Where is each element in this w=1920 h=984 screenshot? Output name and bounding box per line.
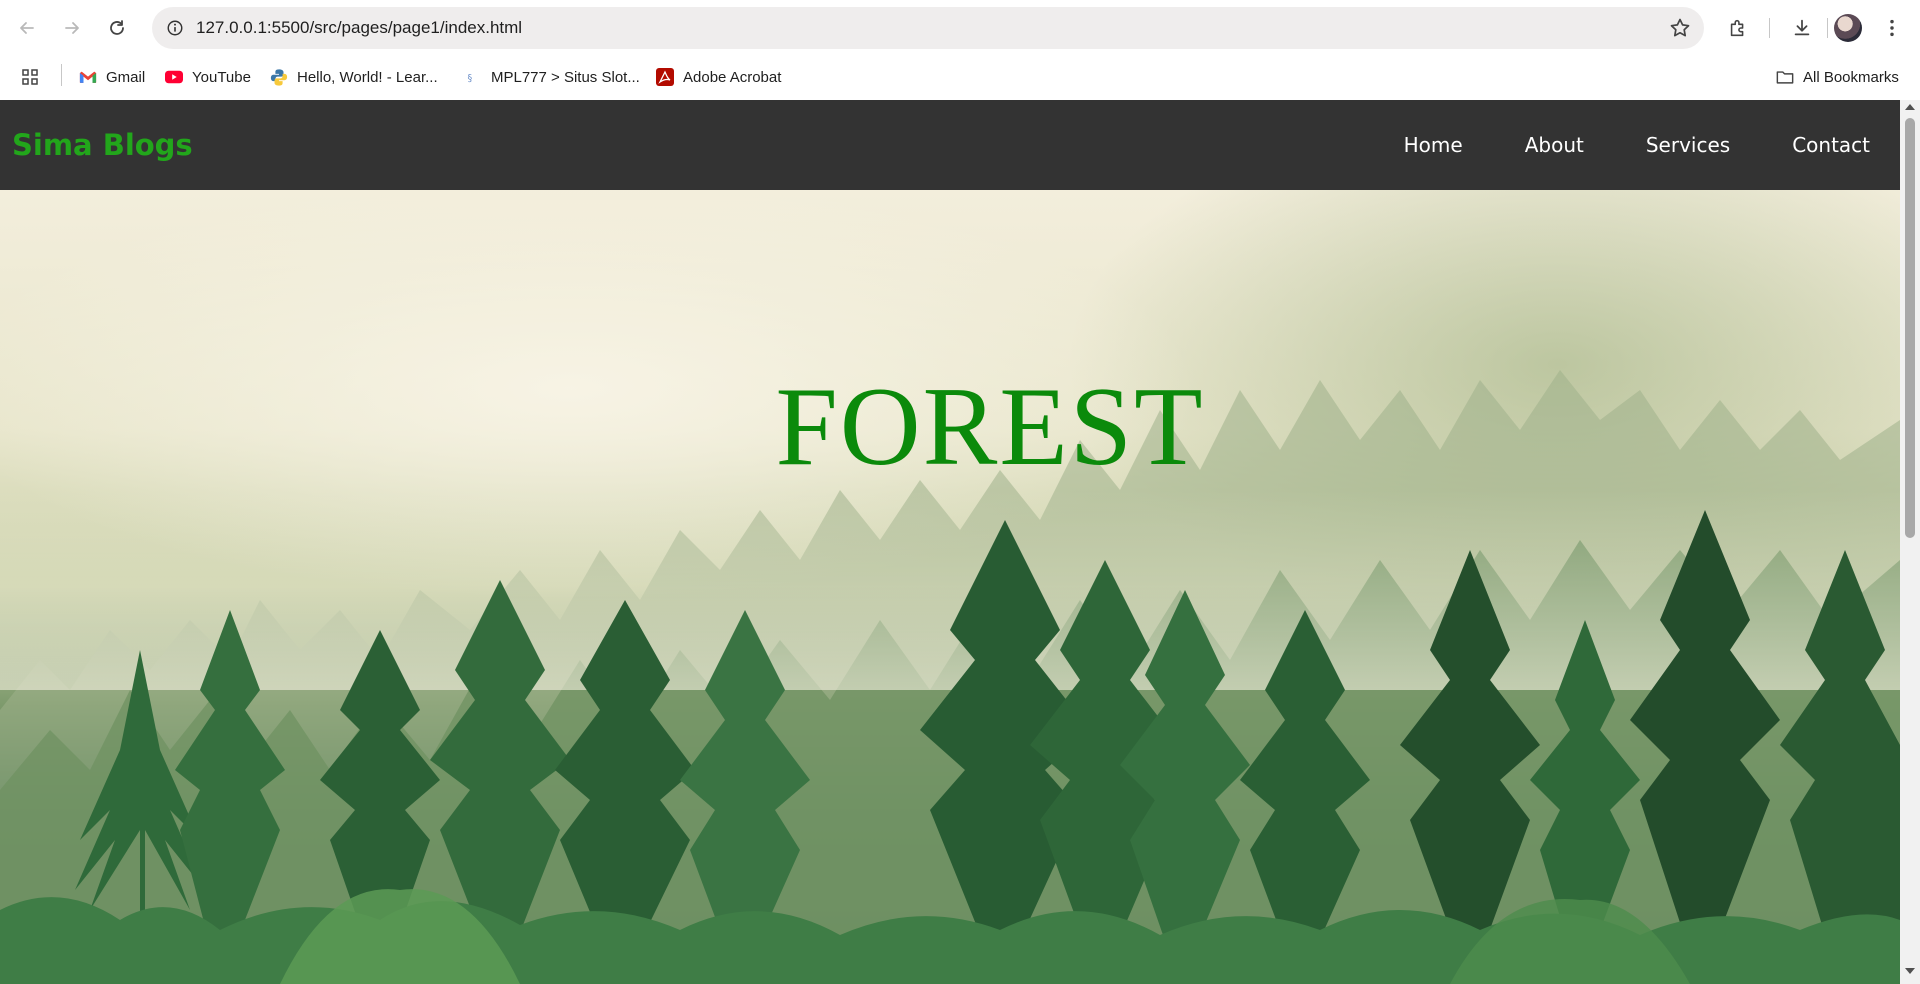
bookmark-label: YouTube: [192, 68, 251, 86]
forward-button[interactable]: [54, 10, 90, 46]
profile-avatar[interactable]: [1834, 14, 1862, 42]
toolbar-divider: [1769, 18, 1770, 38]
svg-text:§: §: [468, 73, 473, 84]
browser-toolbar: 127.0.0.1:5500/src/pages/page1/index.htm…: [0, 0, 1920, 56]
bookmark-label: Hello, World! - Lear...: [297, 68, 438, 86]
page-scrollbar[interactable]: [1900, 100, 1920, 984]
reload-button[interactable]: [99, 10, 135, 46]
folder-icon: [1776, 68, 1794, 86]
arrow-left-icon: [20, 22, 34, 34]
scroll-down-arrow-icon[interactable]: [1900, 968, 1920, 980]
site-navbar: Sima Blogs Home About Services Contact: [0, 100, 1900, 190]
bookmark-label: MPL777 > Situs Slot...: [491, 68, 640, 86]
acrobat-icon: [656, 68, 674, 86]
page-viewport: Sima Blogs Home About Services Contact F…: [0, 100, 1900, 984]
bookmark-gmail[interactable]: Gmail: [79, 64, 145, 90]
scroll-up-arrow-icon[interactable]: [1900, 104, 1920, 116]
bookmarks-bar: Gmail YouTube Hello, World! - Lear... § …: [0, 56, 1920, 98]
bookmark-mpl777[interactable]: § MPL777 > Situs Slot...: [464, 64, 640, 90]
back-button[interactable]: [9, 10, 45, 46]
bookmark-label: Gmail: [106, 68, 146, 86]
nav-link-contact[interactable]: Contact: [1792, 133, 1870, 157]
address-bar[interactable]: 127.0.0.1:5500/src/pages/page1/index.htm…: [152, 7, 1704, 49]
arrow-right-icon: [65, 22, 79, 34]
bookmark-acrobat[interactable]: Adobe Acrobat: [656, 64, 781, 90]
all-bookmarks-button[interactable]: All Bookmarks: [1776, 64, 1899, 90]
bookmark-label: Adobe Acrobat: [683, 68, 782, 86]
apps-grid-icon: [21, 68, 39, 86]
nav-link-services[interactable]: Services: [1646, 133, 1730, 157]
bookmark-star-icon[interactable]: [1668, 16, 1692, 40]
menu-kebab-icon[interactable]: [1878, 14, 1906, 42]
bookmark-python[interactable]: Hello, World! - Lear...: [270, 64, 438, 90]
site-nav-links: Home About Services Contact: [1342, 100, 1870, 190]
bookmark-youtube[interactable]: YouTube: [165, 64, 251, 90]
nav-link-about[interactable]: About: [1525, 133, 1584, 157]
apps-button[interactable]: [21, 64, 48, 90]
nav-link-home[interactable]: Home: [1404, 133, 1463, 157]
extensions-icon[interactable]: [1724, 14, 1752, 42]
toolbar-divider: [1827, 18, 1828, 38]
youtube-icon: [165, 68, 183, 86]
url-text[interactable]: 127.0.0.1:5500/src/pages/page1/index.htm…: [196, 7, 522, 49]
hero-title: FOREST: [775, 365, 1205, 489]
gmail-icon: [79, 68, 97, 86]
site-logo[interactable]: Sima Blogs: [12, 100, 193, 190]
bookmarks-divider: [61, 64, 62, 86]
site-info-icon[interactable]: [160, 13, 190, 43]
all-bookmarks-label: All Bookmarks: [1803, 68, 1899, 86]
python-icon: [270, 68, 288, 86]
site-icon: §: [464, 68, 482, 86]
forest-background-image: [0, 370, 1900, 984]
reload-icon: [110, 20, 124, 35]
download-icon[interactable]: [1788, 14, 1816, 42]
scrollbar-thumb[interactable]: [1905, 118, 1915, 538]
hero-section: FOREST: [0, 190, 1900, 984]
